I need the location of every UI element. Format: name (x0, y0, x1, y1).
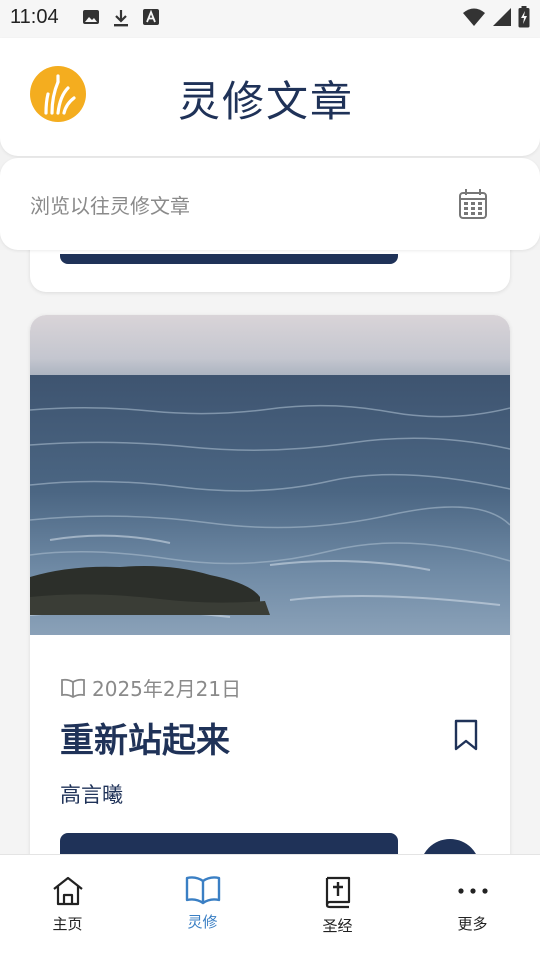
calendar-icon[interactable] (458, 188, 488, 220)
signal-icon (493, 8, 511, 26)
app-logo[interactable] (30, 66, 86, 122)
nav-item-home[interactable]: 主页 (0, 855, 135, 960)
home-icon (52, 876, 83, 906)
nav-label-bible: 圣经 (322, 917, 353, 935)
status-bar: 11:04 (0, 0, 540, 38)
browse-archive-bar[interactable]: 浏览以往灵修文章 (0, 158, 540, 250)
article-date-row: 2025年2月21日 (60, 673, 241, 702)
article-image[interactable] (30, 315, 510, 635)
article-card[interactable]: 2025年2月21日 重新站起来 高言曦 (30, 315, 510, 854)
app-header: 灵修文章 (0, 38, 540, 156)
previous-read-button[interactable] (60, 254, 398, 264)
article-list[interactable]: 2025年2月21日 重新站起来 高言曦 (0, 250, 540, 854)
bible-icon (325, 876, 350, 909)
nav-label-home: 主页 (52, 915, 83, 933)
read-article-button[interactable] (60, 833, 398, 854)
status-right-icons (462, 6, 530, 28)
nav-label-devotion: 灵修 (187, 913, 218, 931)
bottom-nav: 主页 灵修 圣经 更多 (0, 854, 540, 960)
wheat-logo-icon (44, 74, 76, 115)
browse-archive-label: 浏览以往灵修文章 (30, 194, 190, 218)
share-button[interactable] (420, 839, 480, 854)
article-date: 2025年2月21日 (92, 677, 242, 701)
nav-item-more[interactable]: 更多 (405, 855, 540, 960)
status-left-icons (82, 8, 160, 28)
article-title[interactable]: 重新站起来 (60, 713, 230, 762)
nav-item-devotion[interactable]: 灵修 (135, 855, 270, 960)
article-author: 高言曦 (60, 783, 123, 807)
previous-article-card[interactable] (30, 250, 510, 292)
more-icon (457, 888, 488, 894)
status-time: 11:04 (10, 6, 59, 28)
battery-charging-icon (518, 6, 530, 28)
wifi-icon (463, 8, 485, 26)
bookmark-icon[interactable] (454, 719, 478, 751)
nav-label-more: 更多 (457, 915, 488, 933)
open-book-icon (185, 876, 220, 905)
ocean-photo (30, 315, 510, 635)
page-title: 灵修文章 (178, 77, 355, 126)
open-book-icon (61, 678, 85, 698)
image-icon (83, 10, 99, 24)
a-box-icon (143, 9, 159, 25)
nav-item-bible[interactable]: 圣经 (270, 855, 405, 960)
download-icon (114, 10, 128, 27)
